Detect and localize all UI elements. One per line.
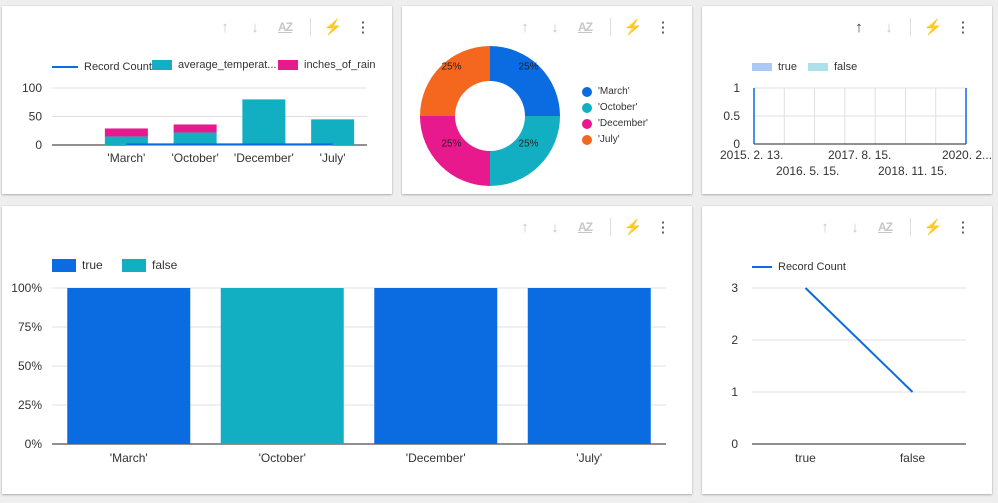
bar-chart-plot: 0 50 100 'March' 'October' 'December' 'July' xyxy=(22,81,367,165)
legend-label: 'March' xyxy=(598,86,630,97)
legend-item[interactable]: 'March' xyxy=(582,86,630,97)
y-tick-label: 2 xyxy=(731,333,738,347)
area-chart-plot: 00.512015. 2. 13. 2017. 8. 15. 2020. 2....… xyxy=(720,81,992,178)
bar-segment xyxy=(242,99,286,145)
bar-segment xyxy=(374,288,498,444)
bar-segment xyxy=(173,124,217,133)
legend-swatch xyxy=(582,118,592,129)
y-tick-label: 0.5 xyxy=(723,109,740,123)
bar-segment xyxy=(173,132,217,145)
x-tick-label: 2018. 11. 15. xyxy=(878,164,947,178)
chart-card-5: ↑ ↓ AZ ⚡ ⋮ Record Count 0 1 2 3 true false xyxy=(702,206,992,494)
slice-label: 25% xyxy=(441,61,461,72)
y-tick-label: 0% xyxy=(25,437,43,451)
x-tick-label: 'July' xyxy=(320,151,346,165)
x-tick-label: 'December' xyxy=(406,451,466,465)
y-tick-label: 0 xyxy=(731,437,738,451)
pie-slice xyxy=(490,116,560,186)
pie-slice xyxy=(490,46,560,116)
y-tick-label: 50 xyxy=(29,110,43,124)
x-tick-label: 'October' xyxy=(259,451,306,465)
legend-item[interactable]: 'July' xyxy=(582,134,620,145)
x-tick-label: false xyxy=(900,451,926,465)
slice-label: 25% xyxy=(519,61,539,72)
lightning-icon[interactable]: ⚡ xyxy=(622,14,644,40)
donut-chart-plot: 25% 25% 25% 25% xyxy=(420,46,560,186)
x-tick-label: 'July' xyxy=(576,451,602,465)
sort-az-icon[interactable]: AZ xyxy=(574,14,596,40)
x-tick-label: 2016. 5. 15. xyxy=(776,164,839,178)
y-tick-label: 100 xyxy=(22,81,42,95)
chart-card-2: ↑ ↓ AZ ⚡ ⋮ 25% 25% 25% 25% 'March' 'October… xyxy=(402,6,692,194)
bar-segment xyxy=(67,288,191,444)
legend-swatch xyxy=(582,86,592,97)
y-tick-label: 50% xyxy=(18,359,42,373)
bar-segment xyxy=(527,288,651,444)
chart-legend: 'March' 'October' 'December' 'July' xyxy=(582,86,682,156)
legend-label: 'October' xyxy=(598,102,638,113)
x-tick-label: 2015. 2. 13. xyxy=(720,148,783,162)
y-tick-label: 100% xyxy=(11,281,42,295)
bar-segment xyxy=(311,119,355,145)
legend-swatch xyxy=(582,102,592,113)
legend-item[interactable]: 'December' xyxy=(582,118,648,129)
y-tick-label: 25% xyxy=(18,398,42,412)
chart-card-4: ↑ ↓ AZ ⚡ ⋮ true false 0% 25% 50% 75% 100% 'Ma… xyxy=(2,206,692,494)
line-chart-plot: 0 1 2 3 true false xyxy=(731,281,966,465)
x-tick-label: 'March' xyxy=(110,451,148,465)
x-tick-label: 2017. 8. 15. xyxy=(828,148,891,162)
bar-segment xyxy=(104,128,148,137)
y-tick-label: 0 xyxy=(35,138,42,152)
slice-label: 25% xyxy=(441,139,461,150)
pie-slice xyxy=(420,46,490,116)
pie-slice xyxy=(420,116,490,186)
x-tick-label: true xyxy=(795,451,816,465)
slice-label: 25% xyxy=(519,139,539,150)
x-tick-label: 'March' xyxy=(107,151,145,165)
x-tick-label: 2020. 2.... xyxy=(942,148,992,162)
y-tick-label: 1 xyxy=(731,385,738,399)
y-tick-label: 75% xyxy=(18,320,42,334)
x-tick-label: 'December' xyxy=(234,151,294,165)
more-vert-icon[interactable]: ⋮ xyxy=(652,14,674,40)
chart-card-3: ↑ ↓ ⚡ ⋮ true false 0 0.5 1 2015. 2. 13. 2017… xyxy=(702,6,992,194)
chart-card-1: ↑ ↓ AZ ⚡ ⋮ Record Count average_temperat… xyxy=(2,6,392,194)
legend-label: 'July' xyxy=(598,134,620,145)
legend-label: 'December' xyxy=(598,118,648,129)
toolbar-divider xyxy=(610,18,611,36)
legend-item[interactable]: 'October' xyxy=(582,102,637,113)
percent-bar-chart-plot: 0% 25% 50% 75% 100% 'March' 'October' 'December… xyxy=(11,281,666,465)
bar-segment xyxy=(220,288,344,444)
x-tick-label: 'October' xyxy=(171,151,218,165)
y-tick-label: 3 xyxy=(731,281,738,295)
legend-swatch xyxy=(582,134,592,145)
y-tick-label: 1 xyxy=(733,81,740,95)
